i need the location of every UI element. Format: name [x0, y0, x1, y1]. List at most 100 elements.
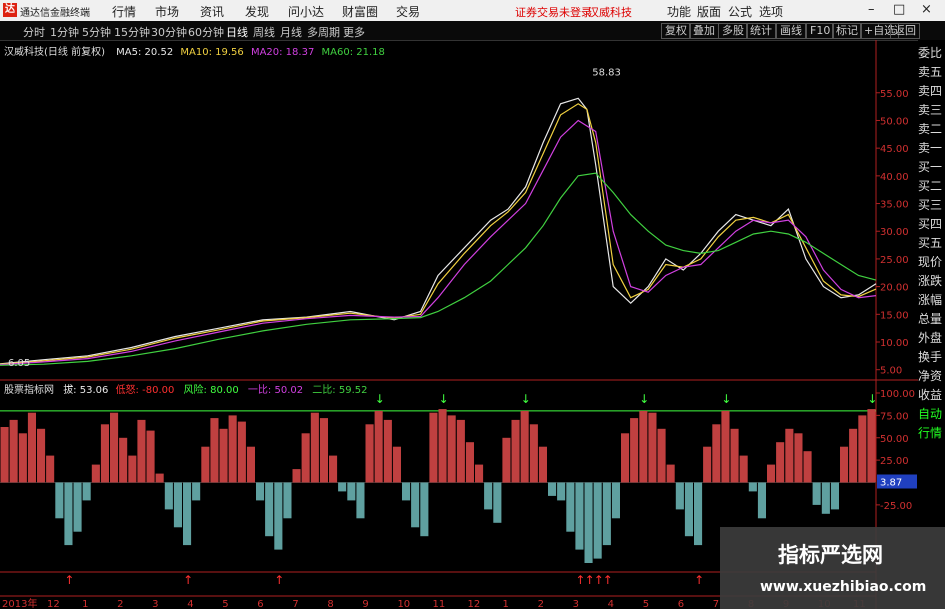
indicator-bar	[511, 419, 520, 483]
price-annotation: 6.05	[8, 358, 30, 369]
period-daily[interactable]: 日线	[226, 24, 248, 40]
indicator-bar	[812, 482, 821, 505]
price-tick-label: 45.00	[880, 144, 909, 155]
indicator-bar	[748, 482, 757, 492]
f10-button[interactable]: F10	[806, 23, 835, 39]
x-tick-label: 8	[327, 599, 333, 609]
function-button[interactable]: 功能	[667, 3, 691, 20]
indicator-bar	[347, 482, 356, 501]
x-tick-label: 7	[292, 599, 298, 609]
indicator-bar	[82, 482, 91, 501]
period-15min[interactable]: 15分钟	[114, 24, 150, 40]
right-panel-item[interactable]: 卖一	[918, 141, 945, 155]
overlay-button[interactable]: 叠加	[689, 23, 719, 39]
menu-discover[interactable]: 发现	[245, 3, 269, 20]
price-tick-label: 55.00	[880, 89, 909, 100]
buy-arrow-icon: ↓	[721, 392, 731, 406]
right-panel-item[interactable]: 自动	[918, 407, 945, 421]
right-panel-item[interactable]: 卖四	[918, 84, 945, 98]
indicator-bar	[475, 464, 484, 483]
right-panel-item[interactable]: 卖五	[918, 65, 945, 79]
login-warning[interactable]: 证券交易未登录	[515, 4, 592, 20]
draw-line-button[interactable]: 画线	[776, 23, 806, 39]
indicator-bar	[821, 482, 830, 514]
right-panel-item[interactable]: 净资	[918, 369, 945, 383]
sub-legend-item: 拔: 53.06	[63, 385, 109, 396]
x-tick-label: 2	[538, 599, 544, 609]
period-60min[interactable]: 60分钟	[188, 24, 224, 40]
price-tick-label: 10.00	[880, 338, 909, 349]
period-weekly[interactable]: 周线	[253, 24, 275, 40]
period-30min[interactable]: 30分钟	[151, 24, 187, 40]
mark-button[interactable]: 标记	[832, 23, 862, 39]
indicator-bar	[502, 437, 511, 483]
indicator-bar	[9, 419, 18, 483]
indicator-bar	[246, 446, 255, 483]
price-tick-label: 30.00	[880, 227, 909, 238]
right-panel-item[interactable]: 买四	[918, 217, 945, 231]
adjust-button[interactable]: 复权	[661, 23, 691, 39]
right-panel-item[interactable]: 卖二	[918, 122, 945, 136]
menu-ask[interactable]: 问小达	[288, 3, 324, 20]
right-panel-item[interactable]: 买三	[918, 198, 945, 212]
indicator-bar	[684, 482, 693, 537]
close-icon[interactable]: ×	[921, 2, 932, 17]
period-5min[interactable]: 5分钟	[82, 24, 111, 40]
indicator-bar	[840, 446, 849, 483]
indicator-bar	[721, 410, 730, 483]
multi-stock-button[interactable]: 多股	[718, 23, 748, 39]
indicator-bar	[447, 415, 456, 483]
right-panel-item[interactable]: 买二	[918, 179, 945, 193]
watermark-title: 指标严选网	[778, 543, 883, 567]
sell-arrow-icon: ↑	[274, 573, 284, 587]
layout-button[interactable]: 版面	[697, 3, 721, 20]
indicator-bar	[712, 424, 721, 483]
right-panel-item[interactable]: 收益	[918, 388, 945, 402]
right-panel-item[interactable]: 换手	[918, 350, 945, 364]
right-panel-item[interactable]: 外盘	[918, 331, 945, 345]
indicator-bar	[46, 455, 55, 483]
right-panel-item[interactable]: 委比	[918, 46, 945, 60]
series-line-ma60	[0, 172, 877, 366]
right-panel-item[interactable]: 买五	[918, 236, 945, 250]
period-more[interactable]: 更多	[343, 24, 365, 40]
period-1min[interactable]: 1分钟	[50, 24, 79, 40]
main-legend: 汉威科技(日线 前复权) MA5: 20.52 MA10: 19.56 MA20…	[4, 43, 385, 58]
formula-button[interactable]: 公式	[728, 3, 752, 20]
minimize-icon[interactable]: –	[868, 2, 875, 17]
main-chart-title: 汉威科技(日线 前复权)	[4, 47, 105, 58]
indicator-bar	[484, 482, 493, 510]
menu-wealth[interactable]: 财富圈	[342, 3, 378, 20]
period-monthly[interactable]: 月线	[280, 24, 302, 40]
period-multi[interactable]: 多周期	[307, 24, 340, 40]
indicator-bar	[538, 446, 547, 483]
right-panel-item[interactable]: 行情	[918, 426, 945, 440]
ma20-legend: MA20: 18.37	[250, 47, 315, 58]
menu-news[interactable]: 资讯	[200, 3, 224, 20]
indicator-bar	[265, 482, 274, 537]
right-panel-item[interactable]: 涨跌	[918, 274, 945, 288]
indicator-bar	[128, 455, 137, 483]
right-panel-item[interactable]: 总量	[918, 312, 945, 326]
back-button[interactable]: 返回	[890, 23, 920, 39]
indicator-bar	[757, 482, 766, 519]
indicator-tick-label: -25.00	[880, 501, 912, 512]
indicator-bar	[639, 410, 648, 483]
ma5-legend: MA5: 20.52	[116, 47, 174, 58]
menu-quotes[interactable]: 行情	[112, 3, 136, 20]
indicator-bar	[37, 428, 46, 483]
options-button[interactable]: 选项	[759, 3, 783, 20]
right-panel-item[interactable]: 现价	[918, 255, 945, 269]
right-panel-item[interactable]: 卖三	[918, 103, 945, 117]
stats-button[interactable]: 统计	[746, 23, 776, 39]
right-panel-item[interactable]: 买一	[918, 160, 945, 174]
right-panel-item[interactable]: 涨幅	[918, 293, 945, 307]
menu-trade[interactable]: 交易	[396, 3, 420, 20]
indicator-bar	[110, 412, 119, 483]
maximize-icon[interactable]: □	[893, 2, 905, 17]
menu-market[interactable]: 市场	[155, 3, 179, 20]
indicator-bar	[392, 446, 401, 483]
indicator-bar	[100, 424, 109, 483]
x-tick-label: 5	[643, 599, 649, 609]
period-timeshare[interactable]: 分时	[23, 24, 45, 40]
